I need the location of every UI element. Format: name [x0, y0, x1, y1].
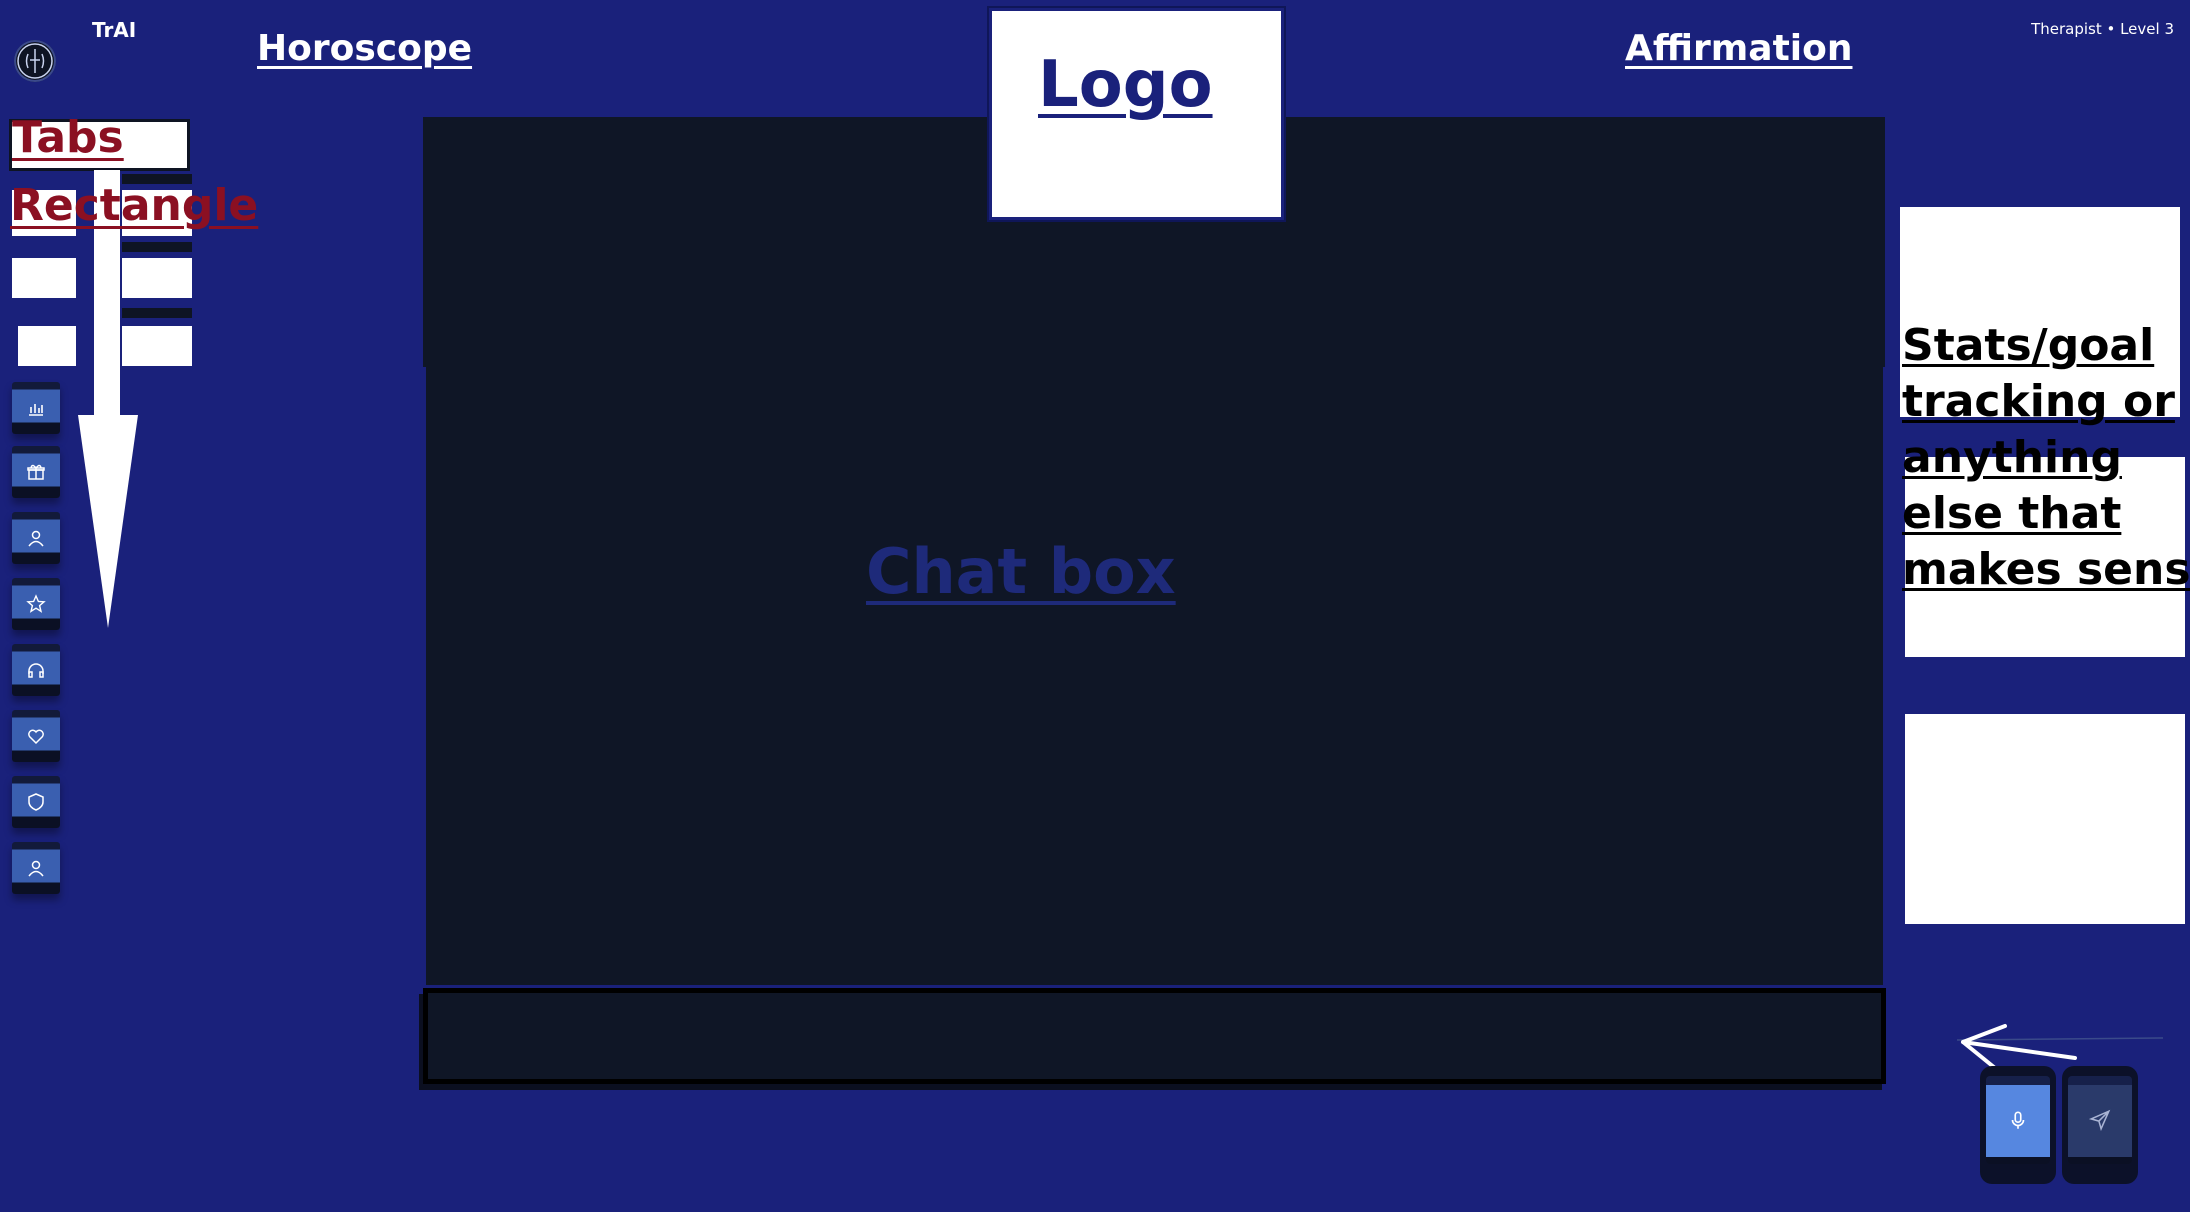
wellness-tab-button[interactable] [12, 710, 60, 762]
bar-chart-icon [29, 404, 43, 416]
stats-annotation: Stats/goal tracking or anything else tha… [1902, 320, 2190, 595]
affirmation-link[interactable]: Affirmation [1625, 28, 1852, 69]
privacy-tab-button[interactable] [12, 776, 60, 828]
user-profile-icon [28, 860, 44, 877]
user-status: Therapist • Level 3 [2031, 20, 2174, 38]
gift-icon [27, 464, 45, 480]
audio-tab-button[interactable] [12, 644, 60, 696]
tabs-annotation: Tabs [12, 112, 124, 163]
profile-tab-button[interactable] [12, 842, 60, 894]
heart-icon [28, 729, 44, 745]
down-arrow-annotation [78, 170, 138, 628]
stats-box [1905, 714, 2185, 924]
microphone-button[interactable] [1980, 1066, 2056, 1184]
chat-box-label: Chat box [866, 535, 1176, 608]
logo-label: Logo [1038, 48, 1213, 122]
user-tab-button[interactable] [12, 512, 60, 564]
left-arrow-annotation [1956, 1024, 2164, 1070]
message-input[interactable] [423, 988, 1886, 1084]
send-icon [2089, 1109, 2111, 1131]
send-button[interactable] [2062, 1066, 2138, 1184]
gift-tab-button[interactable] [12, 446, 60, 498]
tab-slot[interactable] [18, 326, 76, 366]
user-icon [28, 530, 44, 547]
stats-tab-button[interactable] [12, 382, 60, 434]
star-icon [26, 594, 46, 613]
tab-slot[interactable] [12, 258, 76, 298]
shield-icon [28, 793, 44, 811]
brain-logo-icon [14, 40, 56, 82]
headphones-icon [28, 663, 44, 678]
brand-title: TrAI [92, 18, 137, 42]
horoscope-link[interactable]: Horoscope [257, 28, 472, 69]
rectangle-annotation: Rectangle [10, 180, 259, 231]
microphone-icon [2011, 1111, 2025, 1129]
chat-box [426, 365, 1883, 985]
favorites-tab-button[interactable] [12, 578, 60, 630]
